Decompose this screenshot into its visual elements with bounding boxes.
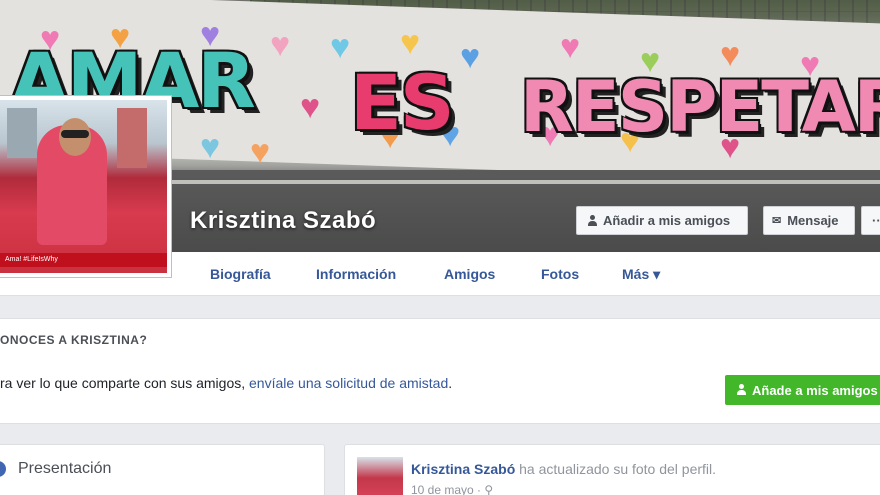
tab-fotos[interactable]: Fotos	[541, 266, 579, 282]
profile-photo-image: Ama! #LifeIsWhy	[0, 100, 167, 273]
photo-banner: Ama! #LifeIsWhy	[0, 253, 167, 267]
friend-request-link[interactable]: envíale una solicitud de amistad	[249, 375, 448, 391]
add-friend-green-label: Añade a mis amigos	[752, 382, 878, 398]
post-author[interactable]: Krisztina Szabó	[411, 461, 515, 477]
tab-mas[interactable]: Más ▾	[622, 266, 660, 283]
post-action: ha actualizado su foto del perfil.	[515, 461, 717, 477]
graffiti-word-3: RESPETAR	[520, 66, 880, 148]
message-button[interactable]: ✉ Mensaje	[763, 206, 855, 235]
post-thumbnail[interactable]	[357, 457, 403, 495]
add-friend-button[interactable]: Añadir a mis amigos	[576, 206, 748, 235]
tab-informacion[interactable]: Información	[316, 266, 396, 282]
add-friend-green-icon	[736, 384, 746, 396]
profile-name[interactable]: Krisztina Szabó	[190, 207, 376, 235]
globe-icon	[0, 461, 6, 477]
profile-page: ♥ ♥ ♥ ♥ ♥ ♥ ♥ ♥ ♥ ♥ ♥ ♥ ♥ ♥ ♥ ♥ ♥ ♥ ♥ AM…	[0, 0, 880, 495]
tab-amigos[interactable]: Amigos	[444, 266, 495, 282]
post-header: Krisztina Szabó ha actualizado su foto d…	[411, 461, 716, 477]
intro-title: Presentación	[18, 460, 112, 477]
message-label: Mensaje	[787, 213, 839, 228]
more-options-label: ···	[872, 213, 880, 228]
add-friend-icon	[587, 214, 597, 227]
message-icon: ✉	[772, 215, 782, 227]
tab-biografia[interactable]: Biografía	[210, 266, 271, 282]
know-person-prefix: ra ver lo que comparte con sus amigos,	[0, 375, 250, 391]
graffiti-word-2: ES	[350, 58, 455, 147]
know-person-suffix: .	[448, 375, 453, 391]
know-person-title: ONOCES A KRISZTINA?	[0, 333, 148, 347]
post-date[interactable]: 10 de mayo · ⚲	[411, 483, 493, 495]
add-friend-label: Añadir a mis amigos	[603, 213, 731, 228]
add-friend-green-button[interactable]: Añade a mis amigos	[725, 375, 880, 405]
know-person-text: ra ver lo que comparte con sus amigos, e…	[0, 375, 452, 391]
intro-card: Presentación	[0, 444, 325, 495]
road-line	[170, 180, 880, 184]
more-options-button[interactable]: ···	[861, 206, 880, 235]
post-card: Krisztina Szabó ha actualizado su foto d…	[344, 444, 880, 495]
know-person-card: ONOCES A KRISZTINA? ra ver lo que compar…	[0, 318, 880, 424]
profile-picture[interactable]: Ama! #LifeIsWhy	[0, 95, 172, 278]
